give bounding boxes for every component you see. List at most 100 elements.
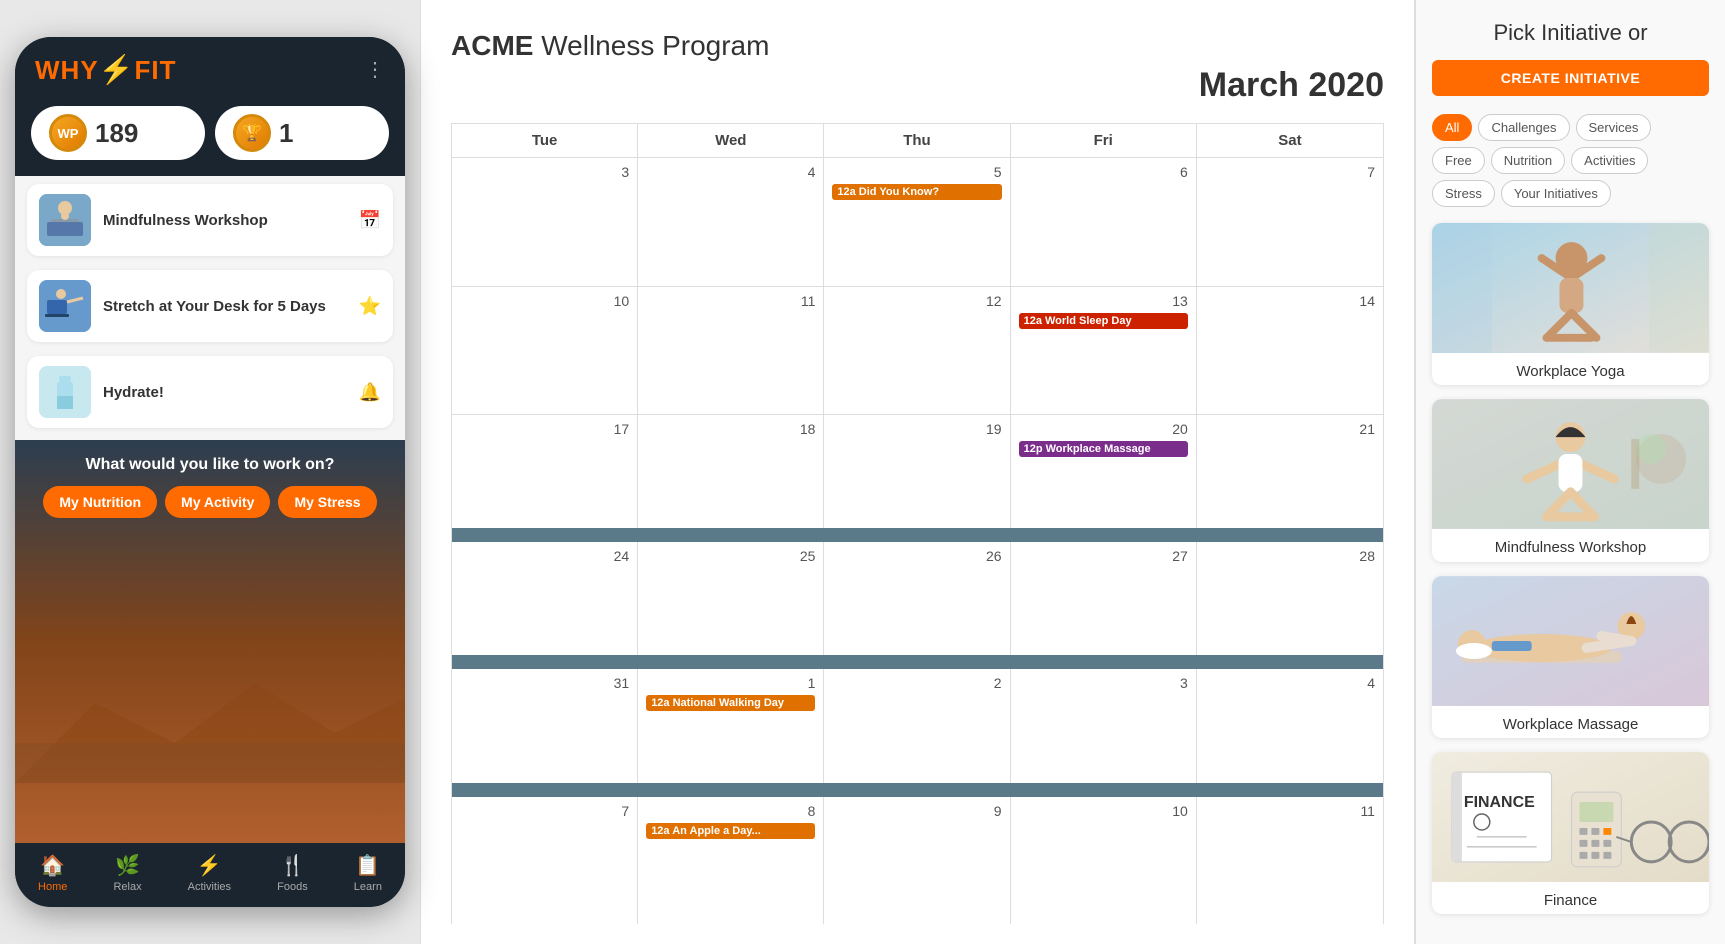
cal-head-thu: Thu [824, 124, 1010, 157]
cal-cell-24: 24 [452, 542, 638, 656]
filter-your-initiatives[interactable]: Your Initiatives [1501, 180, 1611, 207]
cal-head-sat: Sat [1197, 124, 1383, 157]
calendar-icon: 📅 [359, 210, 381, 231]
cal-cell-11: 11 [638, 287, 824, 415]
cal-cell-apr2: 2 [824, 669, 1010, 783]
cal-cell-14: 14 [1197, 287, 1383, 415]
cal-cell-apr11: 11 [1197, 797, 1383, 925]
footer-home[interactable]: 🏠 Home [38, 853, 67, 893]
initiative-card-mindfulness[interactable]: Mindfulness Workshop [1432, 399, 1709, 561]
menu-dots-icon[interactable]: ⋮ [365, 57, 385, 82]
filter-free[interactable]: Free [1432, 147, 1485, 174]
cal-cell-4: 4 [638, 158, 824, 286]
finance-label: Finance [1432, 882, 1709, 914]
svg-text:FINANCE: FINANCE [1464, 794, 1535, 811]
event-did-you-know[interactable]: 12a Did You Know? [832, 184, 1001, 200]
event-apple-a-day[interactable]: 12a An Apple a Day... [646, 823, 815, 839]
cal-cell-17: 17 [452, 415, 638, 528]
foods-label: Foods [277, 881, 308, 893]
filter-activities[interactable]: Activities [1571, 147, 1648, 174]
activity-card-hydrate[interactable]: Hydrate! 🔔 [27, 356, 393, 428]
filter-challenges[interactable]: Challenges [1478, 114, 1569, 141]
initiative-card-massage[interactable]: Workplace Massage [1432, 576, 1709, 738]
cal-head-wed: Wed [638, 124, 824, 157]
phone-header: WHY⚡FIT ⋮ [15, 37, 405, 96]
learn-icon: 📋 [355, 853, 380, 878]
work-on-section: What would you like to work on? My Nutri… [15, 440, 405, 843]
relax-icon: 🌿 [115, 853, 140, 878]
filter-all[interactable]: All [1432, 114, 1472, 141]
activity-title-hydrate: Hydrate! [103, 384, 347, 401]
event-workplace-massage[interactable]: 12p Workplace Massage [1019, 441, 1188, 457]
phone-panel: WHY⚡FIT ⋮ WP 189 🏆 1 [0, 0, 420, 944]
cal-cell-31: 31 [452, 669, 638, 783]
calendar-header: Tue Wed Thu Fri Sat [451, 123, 1384, 157]
create-initiative-button[interactable]: CREATE INITIATIVE [1432, 60, 1709, 96]
cal-cell-20: 20 12p Workplace Massage [1011, 415, 1197, 528]
cal-week-3: 17 18 19 20 12p Workplace Massage 21 [452, 414, 1383, 528]
my-stress-button[interactable]: My Stress [278, 486, 376, 518]
footer-relax[interactable]: 🌿 Relax [113, 853, 141, 893]
trophy-badge: 🏆 1 [215, 106, 389, 160]
cal-cell-3: 3 [452, 158, 638, 286]
program-suffix: Wellness Program [533, 30, 769, 61]
filter-nutrition[interactable]: Nutrition [1491, 147, 1565, 174]
yoga-image [1432, 223, 1709, 353]
cal-cell-26: 26 [824, 542, 1010, 656]
cal-divider-1 [452, 528, 1383, 542]
yoga-label: Workplace Yoga [1432, 353, 1709, 385]
mindfulness-label: Mindfulness Workshop [1432, 529, 1709, 561]
calendar-grid-wrapper: Tue Wed Thu Fri Sat 3 4 5 12a Did You Kn… [451, 123, 1384, 924]
cal-week-1: 3 4 5 12a Did You Know? 6 7 [452, 157, 1383, 286]
calendar-body: 3 4 5 12a Did You Know? 6 7 10 11 12 13 … [451, 157, 1384, 924]
cal-head-tue: Tue [452, 124, 638, 157]
phone-content: Mindfulness Workshop 📅 Stretch at Your D… [15, 176, 405, 843]
filter-services[interactable]: Services [1576, 114, 1652, 141]
activity-card-mindfulness[interactable]: Mindfulness Workshop 📅 [27, 184, 393, 256]
event-world-sleep-day[interactable]: 12a World Sleep Day [1019, 313, 1188, 329]
calendar-panel: ACME Wellness Program March 2020 Tue Wed… [420, 0, 1415, 944]
cal-week-6: 7 8 12a An Apple a Day... 9 10 11 [452, 797, 1383, 925]
cal-week-5: 31 1 12a National Walking Day 2 3 4 [452, 669, 1383, 783]
activity-title-stretch: Stretch at Your Desk for 5 Days [103, 298, 347, 315]
activities-icon: ⚡ [197, 853, 222, 878]
cal-cell-apr7: 7 [452, 797, 638, 925]
activity-card-stretch[interactable]: Stretch at Your Desk for 5 Days ⭐ [27, 270, 393, 342]
relax-label: Relax [113, 881, 141, 893]
points-row: WP 189 🏆 1 [15, 96, 405, 176]
cal-cell-10: 10 [452, 287, 638, 415]
calendar-month: March 2020 [451, 66, 1384, 105]
event-national-walking-day[interactable]: 12a National Walking Day [646, 695, 815, 711]
cal-divider-3 [452, 783, 1383, 797]
initiative-card-yoga[interactable]: Workplace Yoga [1432, 223, 1709, 385]
activities-label: Activities [188, 881, 231, 893]
activity-thumb-stretch [39, 280, 91, 332]
cal-cell-12: 12 [824, 287, 1010, 415]
my-nutrition-button[interactable]: My Nutrition [43, 486, 157, 518]
footer-learn[interactable]: 📋 Learn [354, 853, 382, 893]
my-activity-button[interactable]: My Activity [165, 486, 270, 518]
filter-stress[interactable]: Stress [1432, 180, 1495, 207]
cal-week-6-group: 7 8 12a An Apple a Day... 9 10 11 [452, 797, 1383, 925]
initiatives-panel: Pick Initiative or CREATE INITIATIVE All… [1415, 0, 1725, 944]
trophy-icon: 🏆 [233, 114, 271, 152]
cal-week-4: 24 25 26 27 28 [452, 542, 1383, 656]
app-logo: WHY⚡FIT [35, 53, 177, 86]
home-label: Home [38, 881, 67, 893]
cal-cell-7: 7 [1197, 158, 1383, 286]
footer-foods[interactable]: 🍴 Foods [277, 853, 308, 893]
activity-thumb-mindfulness [39, 194, 91, 246]
wp-badge: WP 189 [31, 106, 205, 160]
initiatives-title: Pick Initiative or [1432, 20, 1709, 46]
initiative-card-finance[interactable]: FINANCE [1432, 752, 1709, 914]
massage-image [1432, 576, 1709, 706]
footer-activities[interactable]: ⚡ Activities [188, 853, 231, 893]
wp-count: 189 [95, 118, 138, 149]
activity-thumb-hydrate [39, 366, 91, 418]
phone-footer: 🏠 Home 🌿 Relax ⚡ Activities 🍴 Foods 📋 Le… [15, 843, 405, 907]
cal-cell-13: 13 12a World Sleep Day [1011, 287, 1197, 415]
calendar-title: ACME Wellness Program [451, 30, 769, 62]
foods-icon: 🍴 [280, 853, 305, 878]
program-name: ACME [451, 30, 533, 61]
home-icon: 🏠 [40, 853, 65, 878]
